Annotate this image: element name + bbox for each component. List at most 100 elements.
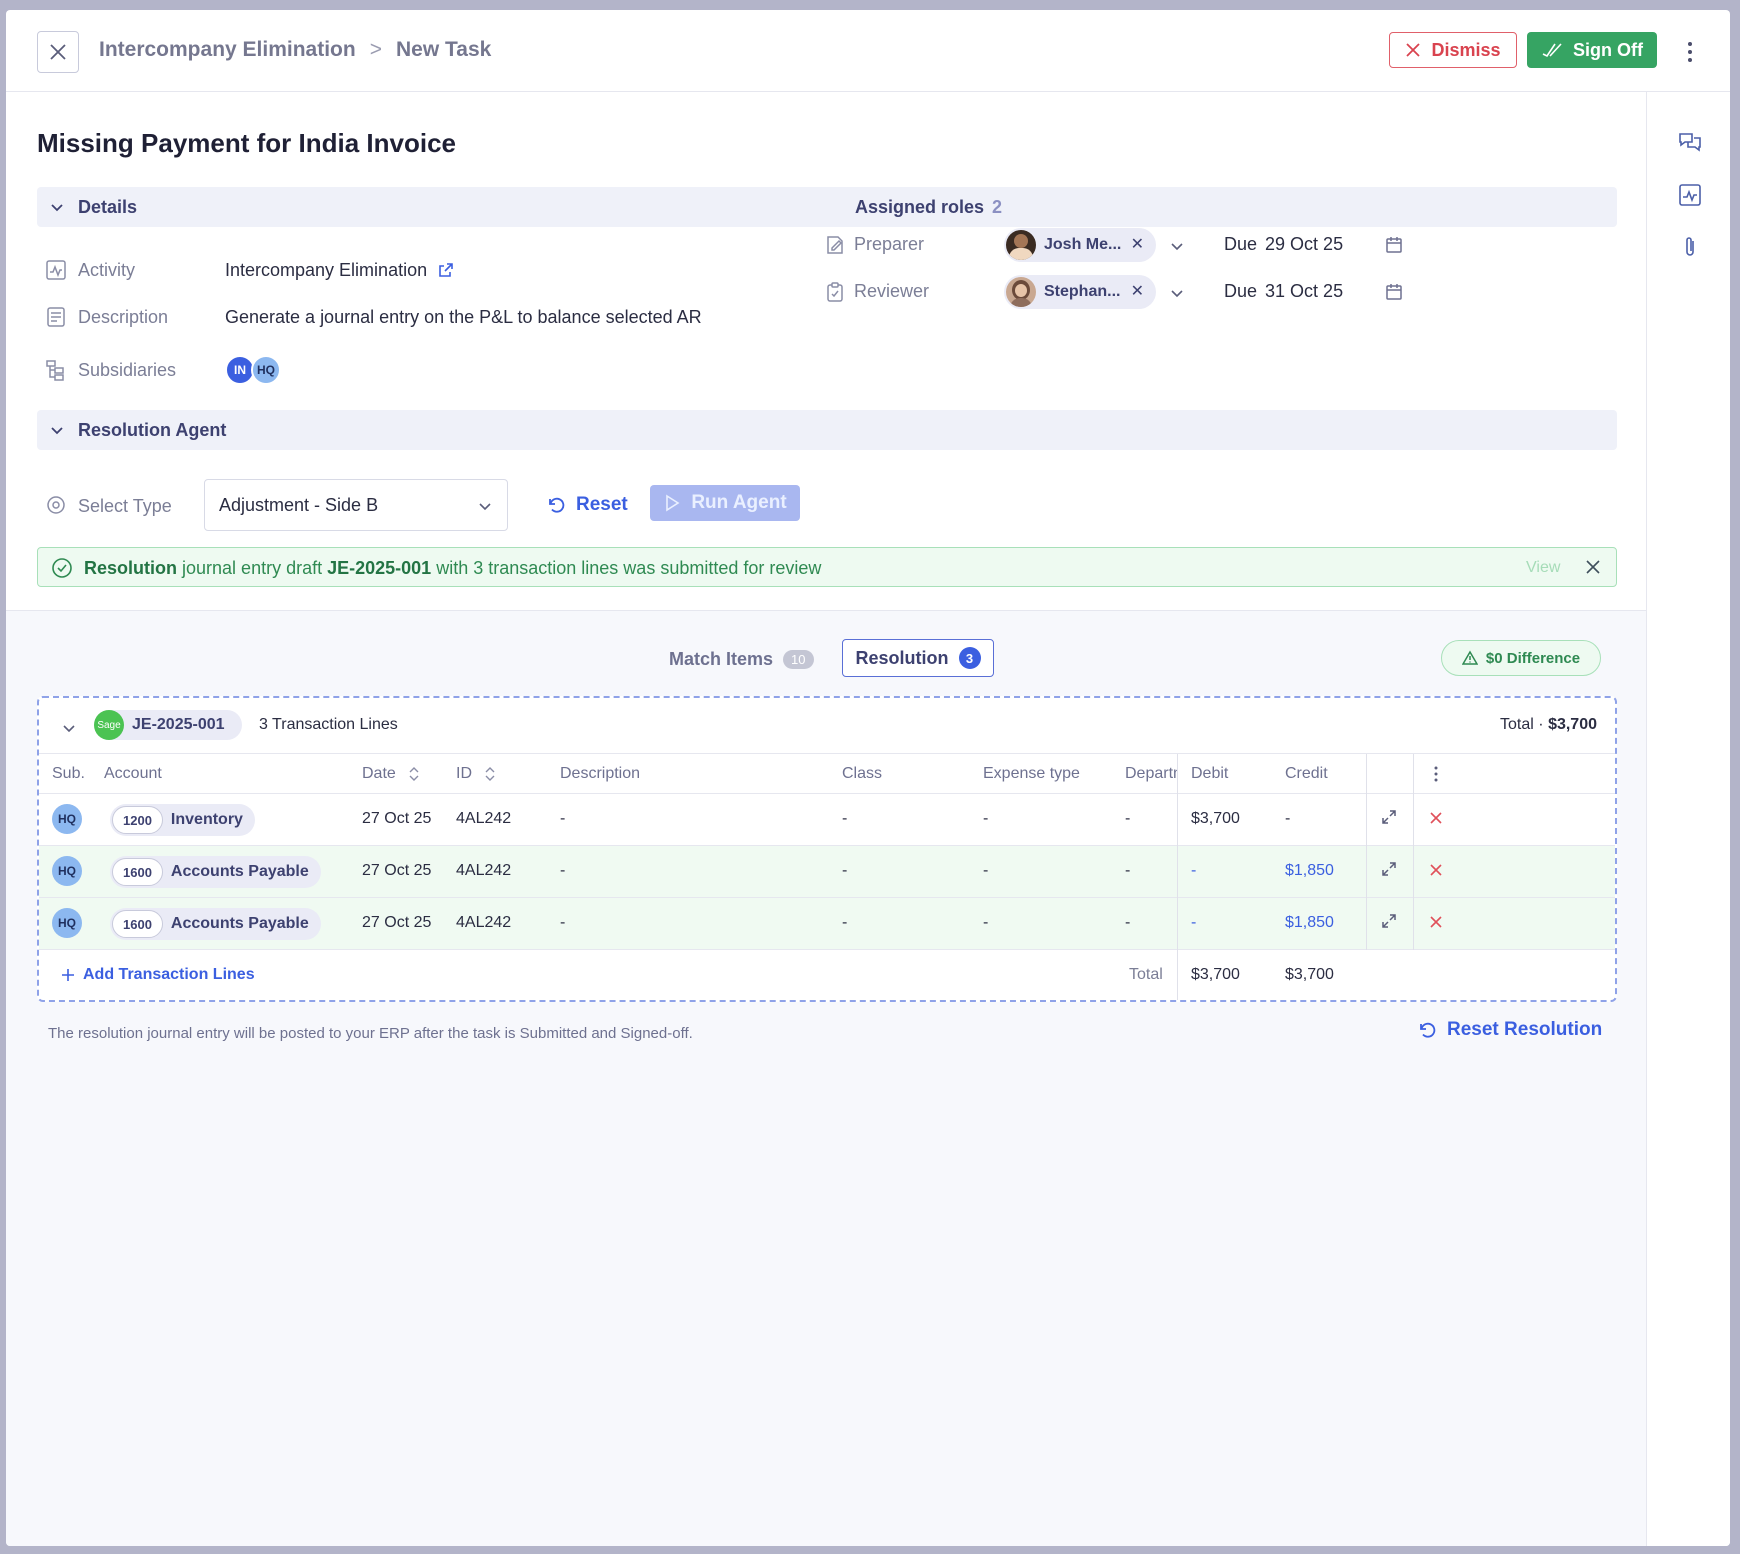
subsidiary-badge: HQ: [52, 908, 82, 938]
column-debit: Debit: [1191, 765, 1229, 782]
reviewer-name: Stephan...: [1044, 283, 1121, 300]
table-row[interactable]: HQ 1600 Accounts Payable 27 Oct 25 4AL242…: [39, 846, 1615, 898]
reset-resolution-button[interactable]: Reset Resolution: [1417, 1019, 1602, 1041]
breadcrumb: Intercompany Elimination > New Task: [99, 38, 491, 62]
account-chip[interactable]: 1600 Accounts Payable: [110, 908, 321, 940]
journal-entry-card: Sage JE-2025-001 3 Transaction Lines Tot…: [37, 696, 1617, 1002]
activity-icon[interactable]: [1677, 182, 1703, 208]
assigned-roles: Assigned roles 2: [855, 197, 1003, 217]
subsidiary-badge-hq[interactable]: HQ: [251, 355, 281, 385]
remove-preparer-icon[interactable]: ✕: [1131, 234, 1144, 254]
reviewer-due: Due 31 Oct 25: [1224, 281, 1344, 301]
journal-entry-header: Sage JE-2025-001 3 Transaction Lines Tot…: [39, 698, 1615, 754]
chevron-down-icon[interactable]: [1169, 238, 1185, 254]
row-id: 4AL242: [456, 862, 512, 879]
plus-icon: [62, 969, 74, 981]
remove-reviewer-icon[interactable]: ✕: [1131, 281, 1144, 301]
row-description: -: [560, 810, 566, 827]
expand-icon[interactable]: [1380, 860, 1398, 878]
breadcrumb-current: New Task: [395, 38, 492, 61]
attachment-icon[interactable]: [1677, 234, 1703, 260]
reset-button[interactable]: Reset: [546, 486, 628, 524]
column-department: Departm: [1125, 765, 1177, 782]
column-class: Class: [842, 765, 883, 782]
dismiss-label: Dismiss: [1431, 39, 1501, 60]
expand-icon[interactable]: [1380, 808, 1398, 826]
description-value[interactable]: Generate a journal entry on the P&L to b…: [225, 307, 702, 328]
resolution-agent-section-header[interactable]: Resolution Agent: [37, 410, 1617, 450]
avatar: [1006, 230, 1036, 260]
banner-view-link[interactable]: View: [1526, 559, 1560, 577]
row-department: -: [1125, 914, 1131, 931]
close-button[interactable]: [37, 31, 79, 73]
row-debit: -: [1191, 914, 1197, 931]
row-expense-type: -: [983, 914, 989, 931]
breadcrumb-parent[interactable]: Intercompany Elimination: [99, 38, 356, 62]
preparer-name: Josh Me...: [1044, 236, 1122, 253]
tab-resolution[interactable]: Resolution 3: [842, 639, 994, 677]
row-description: -: [560, 914, 566, 931]
run-agent-button[interactable]: Run Agent: [650, 485, 800, 521]
row-date: 27 Oct 25: [362, 810, 432, 827]
activity-value: Intercompany Elimination: [225, 260, 455, 281]
external-link-icon[interactable]: [437, 261, 455, 279]
undo-icon: [1420, 1022, 1436, 1038]
footer-total-label: Total: [1129, 966, 1163, 983]
calendar-icon[interactable]: [1385, 283, 1403, 301]
type-select[interactable]: Adjustment - Side B: [204, 479, 508, 531]
row-debit: $3,700: [1191, 810, 1240, 827]
calendar-icon[interactable]: [1385, 236, 1403, 254]
chevron-down-icon: [479, 503, 491, 511]
table-row[interactable]: HQ 1600 Accounts Payable 27 Oct 25 4AL242…: [39, 898, 1615, 950]
table-footer: Add Transaction Lines Total $3,700 $3,70…: [39, 950, 1615, 1000]
reviewer-chip[interactable]: Stephan... ✕: [1004, 275, 1156, 309]
sign-off-button[interactable]: Sign Off: [1527, 32, 1657, 68]
chevron-down-icon[interactable]: [1169, 285, 1185, 301]
expand-icon[interactable]: [1380, 912, 1398, 930]
add-transaction-lines-button[interactable]: Add Transaction Lines: [61, 966, 255, 984]
close-icon[interactable]: [1584, 558, 1602, 576]
preparer-chip[interactable]: Josh Me... ✕: [1004, 228, 1156, 262]
reviewer-row: Reviewer Stephan... ✕ Due 31 Oct 25: [824, 275, 1424, 309]
dismiss-button[interactable]: Dismiss: [1389, 32, 1517, 68]
undo-icon: [549, 497, 565, 513]
tab-match-items-label: Match Items: [669, 648, 774, 669]
details-section-header[interactable]: Details Assigned roles 2: [37, 187, 1617, 227]
close-icon: [50, 44, 66, 60]
tab-match-items[interactable]: Match Items 10: [669, 641, 814, 677]
difference-label: $0 Difference: [1485, 649, 1581, 667]
more-options-icon[interactable]: [1680, 38, 1700, 66]
column-id[interactable]: ID: [456, 765, 496, 783]
delete-icon[interactable]: [1429, 811, 1443, 825]
footer-credit-total: $3,700: [1285, 966, 1334, 983]
row-expense-type: -: [983, 810, 989, 827]
difference-badge[interactable]: $0 Difference: [1441, 640, 1601, 676]
agent-settings-icon: [47, 496, 65, 514]
comments-icon[interactable]: [1677, 130, 1703, 156]
journal-entry-chip[interactable]: Sage JE-2025-001: [94, 710, 242, 740]
row-debit: -: [1191, 862, 1197, 879]
preparer-label: Preparer: [854, 234, 925, 254]
column-description: Description: [560, 765, 641, 782]
check-circle-icon: [52, 558, 72, 578]
row-department: -: [1125, 810, 1131, 827]
delete-icon[interactable]: [1429, 915, 1443, 929]
table-row[interactable]: HQ 1200 Inventory 27 Oct 25 4AL242 - - - …: [39, 794, 1615, 846]
chevron-down-icon[interactable]: [61, 720, 77, 736]
footer-debit-total: $3,700: [1191, 966, 1240, 983]
journal-entry-id: JE-2025-001: [132, 716, 225, 733]
account-chip[interactable]: 1200 Inventory: [110, 804, 255, 836]
preparer-due: Due 29 Oct 25: [1224, 234, 1344, 254]
sort-icon: [485, 767, 495, 781]
more-options-icon[interactable]: [1433, 765, 1439, 783]
delete-icon[interactable]: [1429, 863, 1443, 877]
right-rail: [1646, 92, 1730, 1546]
row-class: -: [842, 810, 848, 827]
column-date[interactable]: Date: [362, 765, 420, 783]
reviewer-label: Reviewer: [854, 281, 930, 301]
sort-icon: [409, 767, 419, 781]
account-chip[interactable]: 1600 Accounts Payable: [110, 856, 321, 888]
clipboard-check-icon: [827, 282, 843, 302]
type-select-value: Adjustment - Side B: [219, 495, 379, 515]
activity-label: Activity: [78, 259, 136, 280]
